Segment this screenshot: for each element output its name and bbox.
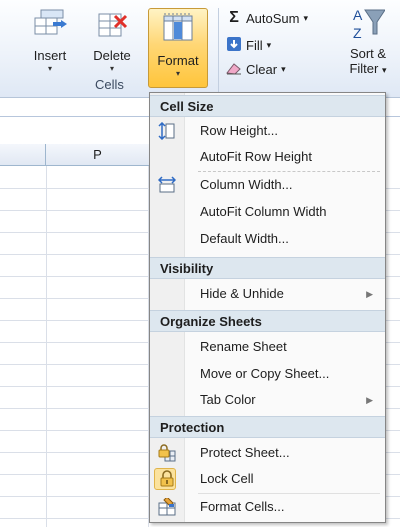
- eraser-icon: [226, 61, 242, 78]
- menu-item-format-cells[interactable]: Format Cells...: [150, 494, 385, 520]
- submenu-arrow-icon: ▶: [366, 289, 373, 299]
- format-button[interactable]: Format ▾: [148, 8, 208, 88]
- sort-filter-button[interactable]: A Z Sort & Filter ▾: [340, 4, 396, 76]
- ribbon: Insert ▾ Delete ▾ Format ▾ Cells Σ AutoS…: [0, 0, 400, 98]
- protect-sheet-icon: [158, 444, 176, 462]
- menu-item-label: Format Cells...: [200, 499, 285, 514]
- sort-filter-dropdown-caret[interactable]: ▾: [382, 65, 387, 75]
- menu-item-autofit-row-height[interactable]: AutoFit Row Height: [150, 144, 385, 170]
- menu-item-label: Lock Cell: [200, 471, 254, 486]
- insert-dropdown-caret[interactable]: ▾: [48, 65, 52, 73]
- menu-item-label: AutoFit Column Width: [200, 204, 327, 219]
- section-header-cell-size: Cell Size: [150, 95, 385, 117]
- sort-filter-label-line2: Filter ▾: [340, 61, 396, 76]
- section-header-organize-sheets: Organize Sheets: [150, 310, 385, 332]
- menu-item-default-width[interactable]: Default Width...: [150, 226, 385, 252]
- sort-filter-label-line1: Sort &: [349, 46, 387, 61]
- sigma-icon: Σ: [229, 9, 239, 26]
- group-divider: [218, 8, 219, 92]
- menu-item-label: Rename Sheet: [200, 339, 287, 354]
- delete-cells-icon: [95, 6, 129, 40]
- column-header-p-label: P: [93, 147, 102, 162]
- autosum-button[interactable]: Σ AutoSum ▾: [226, 9, 308, 27]
- column-header-previous[interactable]: [0, 144, 46, 166]
- menu-item-hide-unhide[interactable]: Hide & Unhide ▶: [150, 281, 385, 307]
- menu-item-label: Move or Copy Sheet...: [200, 366, 330, 381]
- menu-item-label: Tab Color: [200, 392, 256, 407]
- format-label: Format: [157, 53, 199, 68]
- fill-button[interactable]: Fill ▾: [226, 37, 271, 54]
- menu-item-tab-color[interactable]: Tab Color ▶: [150, 387, 385, 413]
- menu-item-row-height[interactable]: Row Height...: [150, 118, 385, 144]
- menu-item-autofit-column-width[interactable]: AutoFit Column Width: [150, 199, 385, 225]
- menu-item-lock-cell[interactable]: Lock Cell: [150, 466, 385, 492]
- sort-filter-label-line2-text: Filter: [349, 61, 379, 76]
- clear-button[interactable]: Clear ▾: [226, 61, 286, 78]
- svg-text:A: A: [353, 7, 363, 23]
- row-height-icon: [158, 121, 176, 141]
- clear-label: Clear: [246, 62, 278, 77]
- menu-item-label: Protect Sheet...: [200, 445, 290, 460]
- delete-dropdown-caret[interactable]: ▾: [110, 65, 114, 73]
- section-header-visibility: Visibility: [150, 257, 385, 279]
- delete-button[interactable]: Delete ▾: [90, 4, 134, 88]
- format-dropdown-caret[interactable]: ▾: [176, 70, 180, 78]
- delete-label: Delete: [93, 48, 131, 63]
- menu-item-label: Default Width...: [200, 231, 289, 246]
- submenu-arrow-icon: ▶: [366, 395, 373, 405]
- format-cells-ribbon-icon: [161, 11, 195, 45]
- lock-cell-icon: [158, 470, 176, 488]
- insert-label: Insert: [33, 48, 67, 63]
- svg-text:Z: Z: [353, 25, 362, 41]
- column-width-icon: [157, 176, 177, 194]
- autosum-label: AutoSum: [246, 10, 300, 26]
- insert-cells-icon: [33, 6, 67, 40]
- fill-down-icon: [226, 37, 242, 54]
- fill-label: Fill: [246, 38, 263, 53]
- menu-item-protect-sheet[interactable]: Protect Sheet...: [150, 440, 385, 466]
- menu-item-label: Row Height...: [200, 123, 279, 138]
- grid-column-line: [46, 166, 47, 527]
- cells-group-label: Cells: [95, 77, 124, 92]
- insert-button[interactable]: Insert ▾: [30, 4, 70, 88]
- menu-item-move-copy-sheet[interactable]: Move or Copy Sheet...: [150, 361, 385, 387]
- menu-item-column-width[interactable]: Column Width...: [150, 172, 385, 198]
- section-header-protection: Protection: [150, 416, 385, 438]
- menu-item-label: Hide & Unhide: [200, 286, 284, 301]
- format-cells-icon: [158, 496, 176, 516]
- sort-filter-icon: A Z: [351, 4, 386, 44]
- autosum-dropdown-caret[interactable]: ▾: [303, 13, 308, 24]
- clear-dropdown-caret[interactable]: ▾: [281, 64, 286, 75]
- format-dropdown-menu: Cell Size Row Height... AutoFit Row Heig…: [149, 92, 386, 523]
- menu-item-label: Column Width...: [200, 177, 293, 192]
- fill-dropdown-caret[interactable]: ▾: [267, 40, 272, 51]
- menu-item-rename-sheet[interactable]: Rename Sheet: [150, 334, 385, 360]
- column-header-p[interactable]: P: [46, 144, 150, 166]
- menu-item-label: AutoFit Row Height: [200, 149, 312, 164]
